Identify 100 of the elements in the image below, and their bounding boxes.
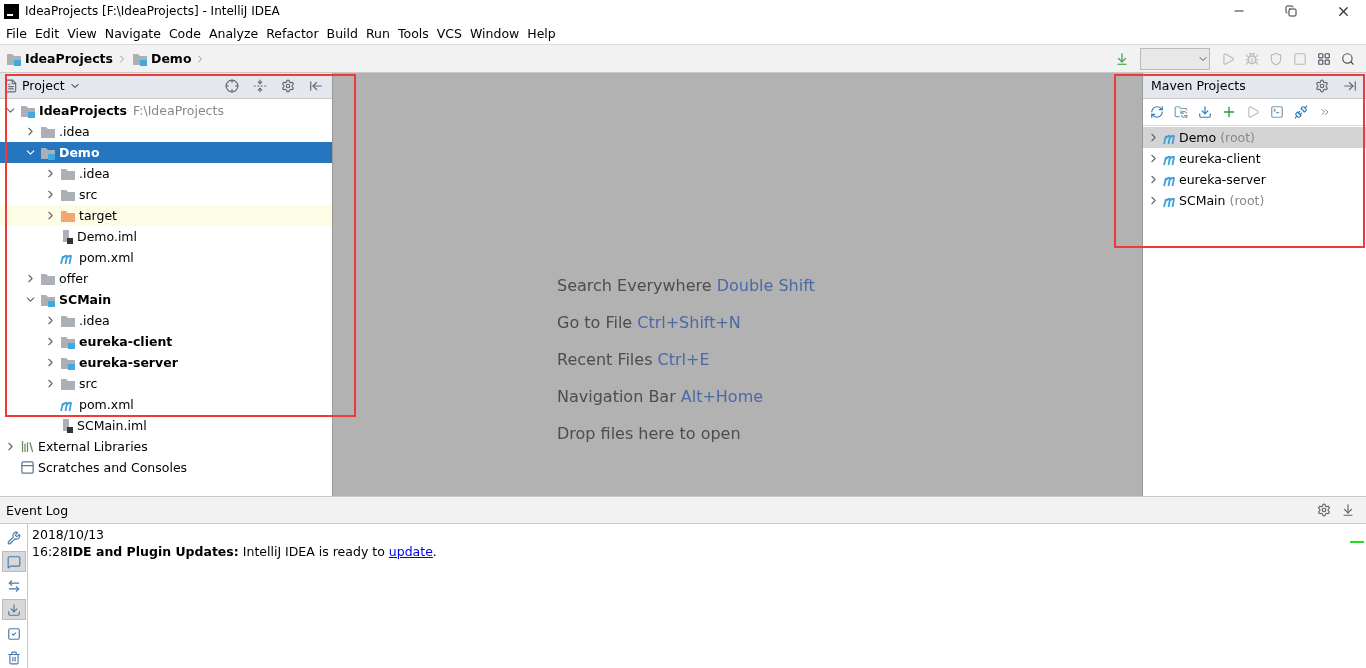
tree-row[interactable]: SCMain.iml xyxy=(0,415,332,436)
menu-item[interactable]: Build xyxy=(322,25,362,41)
hint-text: Search Everywhere xyxy=(557,276,712,295)
tree-row[interactable]: .idea xyxy=(0,163,332,184)
tree-label: SCMain xyxy=(1179,193,1226,208)
panel-title: Event Log xyxy=(6,502,69,518)
restore-button[interactable] xyxy=(1285,5,1297,17)
menu-item[interactable]: VCS xyxy=(432,25,466,41)
tree-row[interactable]: IdeaProjects F:\IdeaProjects xyxy=(0,100,332,121)
tree-label: .idea xyxy=(79,166,110,181)
tree-row[interactable]: src xyxy=(0,373,332,394)
menu-item[interactable]: Analyze xyxy=(204,25,263,41)
maven-project-row[interactable]: eureka-client xyxy=(1143,148,1366,169)
module-folder-icon xyxy=(60,355,76,370)
module-folder-icon xyxy=(6,51,22,66)
tree-label: target xyxy=(79,208,117,223)
root-hint: (root) xyxy=(1229,193,1265,208)
tree-label: src xyxy=(79,187,98,202)
tree-label: eureka-server xyxy=(1179,172,1266,187)
tree-row[interactable]: Demo xyxy=(0,142,332,163)
file-icon xyxy=(60,418,74,433)
tree-label: eureka-server xyxy=(79,355,178,370)
menu-item[interactable]: Run xyxy=(362,25,394,41)
tree-row[interactable]: .idea xyxy=(0,310,332,331)
panel-icon xyxy=(4,78,18,93)
status-mark xyxy=(1350,541,1364,543)
shortcut-text: Alt+Home xyxy=(680,387,764,406)
file-icon xyxy=(60,229,74,244)
tree-label: eureka-client xyxy=(79,334,173,349)
download-icon[interactable] xyxy=(1,599,26,620)
hint-text: Navigation Bar xyxy=(557,387,676,406)
tree-label: IdeaProjects xyxy=(39,103,127,118)
shortcut-text: Ctrl+Shift+N xyxy=(637,313,741,332)
module-folder-icon xyxy=(132,51,148,66)
tree-label: .idea xyxy=(79,313,110,328)
tree-row[interactable]: target xyxy=(0,205,332,226)
tree-label: .idea xyxy=(59,124,90,139)
console-icon xyxy=(20,460,35,475)
folder-icon xyxy=(40,124,56,139)
tree-row[interactable]: pom.xml xyxy=(0,394,332,415)
maven-project-row[interactable]: SCMain (root) xyxy=(1143,190,1366,211)
tree-label: offer xyxy=(59,271,89,286)
module-folder-icon xyxy=(20,103,36,118)
window-title: IdeaProjects [F:\IdeaProjects] - IntelliJ IDEA xyxy=(25,4,281,18)
tree-label: External Libraries xyxy=(38,439,148,454)
hint-text: Recent Files xyxy=(557,350,653,369)
tree-row[interactable]: .idea xyxy=(0,121,332,142)
menu-item[interactable]: File xyxy=(2,25,31,41)
menu-item[interactable]: View xyxy=(63,25,101,41)
tree-row[interactable]: eureka-server xyxy=(0,352,332,373)
menu-item[interactable]: Edit xyxy=(30,25,64,41)
tree-row[interactable]: Demo.iml xyxy=(0,226,332,247)
log-message: 16:28IDE and Plugin Updates: IntelliJ IDEA is ready to update. xyxy=(32,544,438,559)
folder-icon xyxy=(40,271,56,286)
tree-row[interactable]: SCMain xyxy=(0,289,332,310)
menu-item[interactable]: Window xyxy=(466,25,524,41)
breadcrumb[interactable]: Demo xyxy=(132,51,207,66)
hint-text: Go to File xyxy=(557,313,633,332)
menu-item[interactable]: Code xyxy=(164,25,205,41)
path-hint: F:\IdeaProjects xyxy=(133,103,224,118)
menu-item[interactable]: Refactor xyxy=(262,25,323,41)
speech-bubble-icon[interactable] xyxy=(1,551,26,572)
module-folder-icon xyxy=(40,292,56,307)
tree-row[interactable]: src xyxy=(0,184,332,205)
hint-text: Drop files here to open xyxy=(557,424,741,443)
update-link[interactable]: update xyxy=(388,544,433,559)
tree-row[interactable]: External Libraries xyxy=(0,436,332,457)
menu-item[interactable]: Navigate xyxy=(100,25,165,41)
tree-label: Demo xyxy=(1179,130,1217,145)
maven-project-row[interactable]: Demo (root) xyxy=(1143,127,1366,148)
folder-icon xyxy=(60,166,76,181)
tree-label: SCMain xyxy=(59,292,112,307)
menu-item[interactable]: Help xyxy=(523,25,560,41)
folder-icon xyxy=(60,208,76,223)
library-icon xyxy=(20,439,35,454)
folder-icon xyxy=(60,187,76,202)
root-hint: (root) xyxy=(1220,130,1255,145)
tree-label: pom.xml xyxy=(79,250,134,265)
panel-title[interactable]: Project xyxy=(22,78,65,93)
tree-label: Demo xyxy=(59,145,100,160)
tree-label: src xyxy=(79,376,98,391)
menu-item[interactable]: Tools xyxy=(393,25,433,41)
tree-label: Demo.iml xyxy=(77,229,138,244)
tree-row[interactable]: Scratches and Consoles xyxy=(0,457,332,478)
module-folder-icon xyxy=(40,145,56,160)
tree-row[interactable]: eureka-client xyxy=(0,331,332,352)
tree-row[interactable]: pom.xml xyxy=(0,247,332,268)
tree-label: Scratches and Consoles xyxy=(38,460,188,475)
log-date: 2018/10/13 xyxy=(32,527,106,542)
tree-row[interactable]: offer xyxy=(0,268,332,289)
shortcut-text: Ctrl+E xyxy=(657,350,710,369)
app-logo-icon xyxy=(4,3,19,19)
tree-label: eureka-client xyxy=(1179,151,1261,166)
module-folder-icon xyxy=(60,334,76,349)
panel-title: Maven Projects xyxy=(1151,78,1246,93)
folder-icon xyxy=(60,313,76,328)
folder-icon xyxy=(60,376,76,391)
breadcrumb[interactable]: IdeaProjects xyxy=(6,51,128,66)
shortcut-text: Double Shift xyxy=(716,276,815,295)
maven-project-row[interactable]: eureka-server xyxy=(1143,169,1366,190)
